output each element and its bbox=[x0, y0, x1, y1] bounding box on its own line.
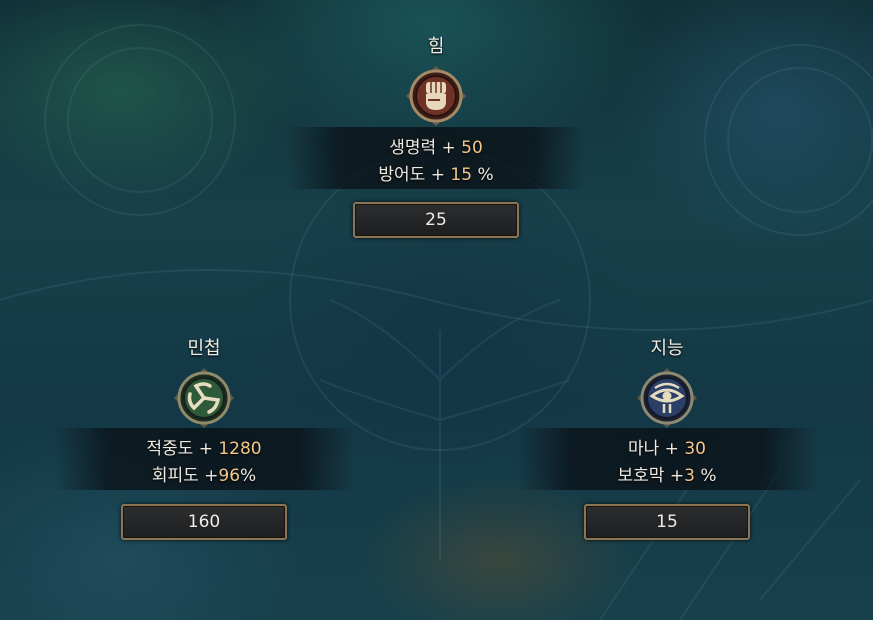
eye-icon bbox=[635, 366, 699, 430]
stat-value: 15 bbox=[450, 165, 473, 185]
triskelion-icon bbox=[172, 366, 236, 430]
points-box-intelligence[interactable]: 15 bbox=[584, 504, 750, 540]
stat-suffix: % bbox=[240, 466, 257, 486]
points-box-strength[interactable]: 25 bbox=[353, 202, 519, 238]
attribute-title: 힘 bbox=[427, 36, 445, 57]
stat-panel: 적중도 + 1280 회피도 +96% bbox=[54, 428, 354, 490]
stat-name: 적중도 bbox=[146, 439, 194, 459]
stat-line-defense: 방어도 + 15 % bbox=[378, 165, 494, 185]
stat-line-accuracy: 적중도 + 1280 bbox=[146, 439, 262, 459]
stat-name: 생명력 bbox=[389, 138, 437, 158]
stat-value: 96 bbox=[218, 466, 241, 486]
stat-name: 방어도 bbox=[378, 165, 426, 185]
stat-value: 50 bbox=[461, 138, 483, 158]
stat-line-health: 생명력 + 50 bbox=[389, 138, 483, 158]
stat-line-shield: 보호막 +3 % bbox=[617, 466, 717, 486]
stat-value: 30 bbox=[684, 439, 706, 459]
stat-line-mana: 마나 + 30 bbox=[628, 439, 706, 459]
fist-icon bbox=[404, 64, 468, 128]
stat-name: 보호막 bbox=[617, 466, 665, 486]
stat-suffix: % bbox=[477, 165, 494, 185]
attribute-title: 지능 bbox=[650, 338, 684, 359]
stat-panel: 생명력 + 50 방어도 + 15 % bbox=[286, 127, 586, 189]
stat-line-evasion: 회피도 +96% bbox=[151, 466, 257, 486]
stat-value: 1280 bbox=[218, 439, 262, 459]
points-box-agility[interactable]: 160 bbox=[121, 504, 287, 540]
attribute-title: 민첩 bbox=[187, 338, 221, 359]
stat-value: 3 bbox=[684, 466, 695, 486]
stat-name: 마나 bbox=[628, 439, 660, 459]
stat-suffix: % bbox=[700, 466, 717, 486]
stat-panel: 마나 + 30 보호막 +3 % bbox=[517, 428, 817, 490]
stat-name: 회피도 bbox=[151, 466, 199, 486]
